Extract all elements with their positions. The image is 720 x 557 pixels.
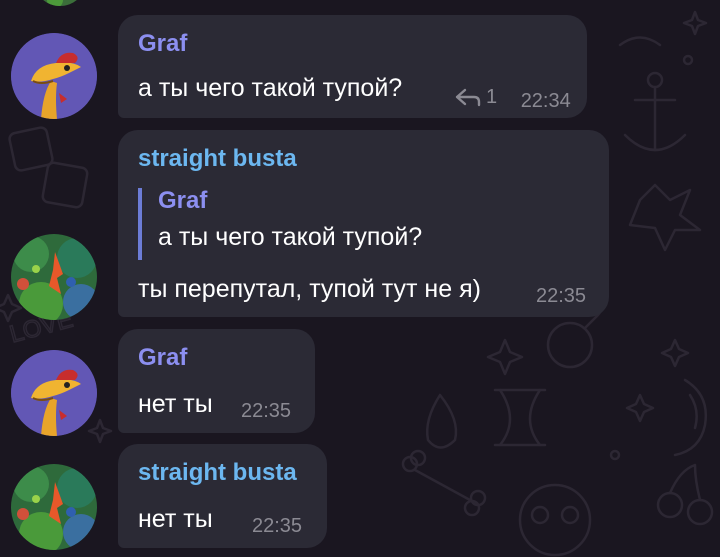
message-bubble[interactable]: Graf нет ты 22:35 (118, 329, 315, 433)
reply-count: 1 (486, 86, 498, 108)
dinosaur-avatar[interactable] (11, 33, 97, 119)
message-time: 22:34 (520, 90, 571, 112)
reply-counter[interactable]: 1 (454, 85, 497, 109)
message-bubble[interactable]: straight busta Graf а ты чего такой тупо… (118, 130, 609, 317)
message-text: нет ты (138, 390, 213, 418)
dinosaur-avatar[interactable] (11, 350, 97, 436)
message-time: 22:35 (252, 515, 303, 537)
forest-avatar[interactable] (11, 234, 97, 320)
quoted-reply[interactable]: Graf а ты чего такой тупой? (138, 187, 423, 260)
message-text: нет ты (138, 505, 213, 533)
quoted-sender: Graf (158, 187, 208, 214)
sender-name[interactable]: Graf (138, 343, 187, 373)
sender-name[interactable]: straight busta (138, 458, 297, 488)
quoted-text: а ты чего такой тупой? (158, 223, 423, 251)
message-meta: 1 22:34 (454, 85, 571, 113)
message-bubble[interactable]: straight busta нет ты 22:35 (118, 444, 327, 548)
message-time: 22:35 (241, 400, 292, 422)
message-text: а ты чего такой тупой? (138, 74, 403, 102)
sender-name[interactable]: Graf (138, 29, 187, 59)
message-time: 22:35 (536, 285, 587, 307)
sender-name[interactable]: straight busta (138, 144, 297, 174)
message-text: ты перепутал, тупой тут не я) (138, 275, 481, 303)
forest-avatar[interactable] (11, 464, 97, 550)
reply-arrow-icon (455, 88, 481, 107)
message-bubble[interactable]: Graf а ты чего такой тупой? 1 22:34 (118, 15, 587, 118)
